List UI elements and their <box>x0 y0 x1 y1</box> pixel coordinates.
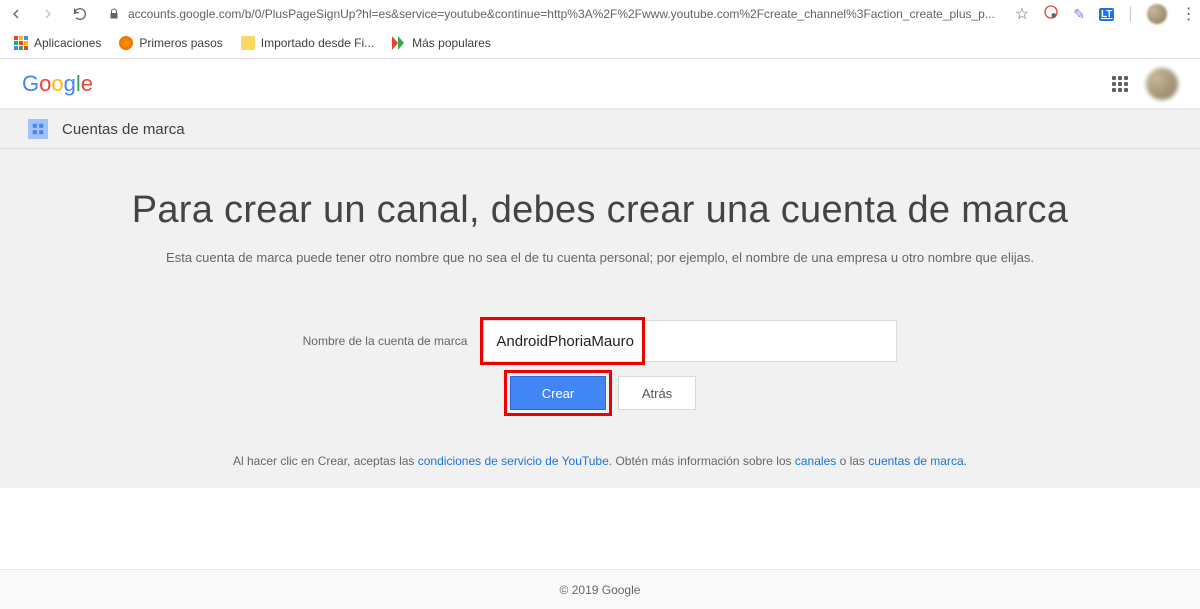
profile-avatar-small[interactable] <box>1147 4 1167 24</box>
extension-icon-1[interactable] <box>1043 4 1059 25</box>
disclaimer-text: o las <box>836 454 868 468</box>
lock-icon <box>108 8 120 20</box>
button-row: Crear Atrás <box>0 370 1200 416</box>
footer: © 2019 Google <box>0 569 1200 609</box>
bookmark-apps-label: Aplicaciones <box>34 36 101 50</box>
url-text: accounts.google.com/b/0/PlusPageSignUp?h… <box>128 7 995 21</box>
menu-icon[interactable]: ⋮ <box>1181 4 1197 24</box>
back-button[interactable]: Atrás <box>618 376 696 410</box>
bookmark-apps[interactable]: Aplicaciones <box>14 36 101 50</box>
nav-row: accounts.google.com/b/0/PlusPageSignUp?h… <box>0 0 1200 28</box>
apps-icon <box>14 36 28 50</box>
account-avatar[interactable] <box>1146 68 1178 100</box>
browser-chrome: accounts.google.com/b/0/PlusPageSignUp?h… <box>0 0 1200 59</box>
footer-text: © 2019 Google <box>560 583 641 597</box>
google-header: Google <box>0 59 1200 109</box>
header-right <box>1112 68 1178 100</box>
disclaimer: Al hacer clic en Crear, aceptas las cond… <box>0 454 1200 468</box>
play-store-icon <box>392 36 406 50</box>
nav-controls <box>8 6 88 22</box>
nav-right: ☆ ✎ LT | ⋮ <box>1015 4 1197 25</box>
terms-link[interactable]: condiciones de servicio de YouTube <box>418 454 609 468</box>
disclaimer-text: . <box>964 454 967 468</box>
bookmark-label: Primeros pasos <box>139 36 222 50</box>
bookmark-first-steps[interactable]: Primeros pasos <box>119 36 222 50</box>
firefox-icon <box>119 36 133 50</box>
page-headline: Para crear un canal, debes crear una cue… <box>0 189 1200 232</box>
bookmark-popular[interactable]: Más populares <box>392 36 491 50</box>
subheader-title: Cuentas de marca <box>62 121 185 138</box>
google-apps-icon[interactable] <box>1112 76 1128 92</box>
channels-link[interactable]: canales <box>795 454 836 468</box>
bookmark-imported[interactable]: Importado desde Fi... <box>241 36 374 50</box>
reload-icon[interactable] <box>72 6 88 22</box>
star-icon[interactable]: ☆ <box>1015 4 1029 24</box>
forward-icon[interactable] <box>40 6 56 22</box>
disclaimer-text: Al hacer clic en Crear, aceptas las <box>233 454 418 468</box>
bookmark-label: Más populares <box>412 36 491 50</box>
folder-icon <box>241 36 255 50</box>
brand-name-label: Nombre de la cuenta de marca <box>303 334 468 348</box>
address-bar[interactable]: accounts.google.com/b/0/PlusPageSignUp?h… <box>100 7 1003 21</box>
brand-name-input[interactable] <box>483 320 897 362</box>
brand-account-icon <box>28 119 48 139</box>
back-icon[interactable] <box>8 6 24 22</box>
brand-name-input-wrap <box>483 320 897 362</box>
subheader: Cuentas de marca <box>0 109 1200 149</box>
disclaimer-text: . Obtén más información sobre los <box>609 454 795 468</box>
google-logo[interactable]: Google <box>22 71 93 97</box>
main-content: Para crear un canal, debes crear una cue… <box>0 149 1200 488</box>
separator: | <box>1128 5 1132 23</box>
highlight-frame-create: Crear <box>504 370 612 416</box>
page-subtext: Esta cuenta de marca puede tener otro no… <box>0 250 1200 265</box>
bookmark-label: Importado desde Fi... <box>261 36 374 50</box>
extension-icon-2[interactable]: ✎ <box>1073 6 1085 23</box>
extension-icon-3[interactable]: LT <box>1099 8 1114 21</box>
create-button[interactable]: Crear <box>510 376 606 410</box>
bookmarks-bar: Aplicaciones Primeros pasos Importado de… <box>0 28 1200 58</box>
brand-name-row: Nombre de la cuenta de marca <box>0 320 1200 362</box>
brand-accounts-link[interactable]: cuentas de marca <box>868 454 963 468</box>
